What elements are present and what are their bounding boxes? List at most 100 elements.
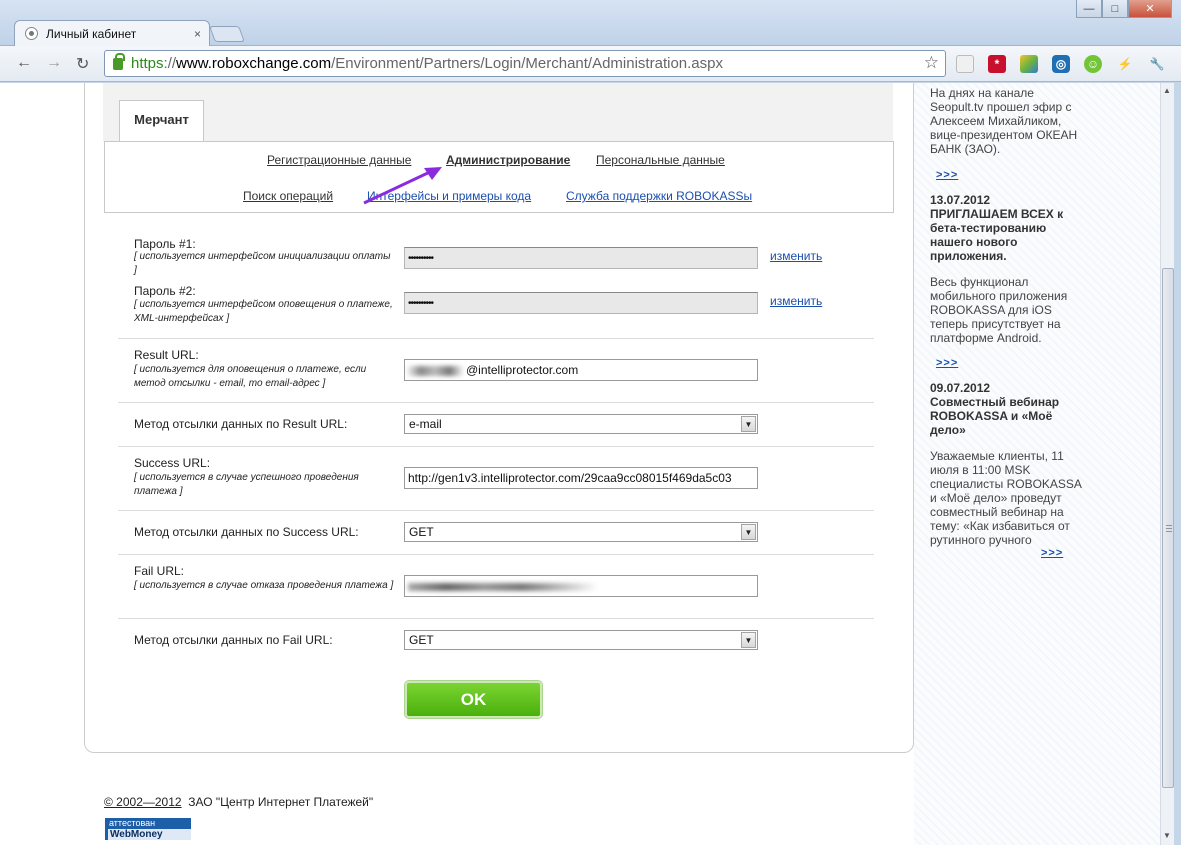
tab-title: Личный кабинет [46,26,137,41]
password1-change-link[interactable]: изменить [770,249,822,263]
tab-close-icon[interactable]: × [194,27,201,41]
result-url-label: Result URL: [134,348,199,362]
divider [118,338,874,339]
copyright-link[interactable]: © 2002—2012 [104,795,182,809]
dropdown-arrow-icon[interactable]: ▼ [741,416,756,432]
news-text: Весь функционал мобильного приложения RO… [930,275,1068,345]
annotation-arrow [363,167,442,205]
result-method-value: e-mail [409,417,442,431]
address-bar[interactable]: https://www.roboxchange.com/Environment/… [104,50,946,77]
url-path: /Environment/Partners/Login/Merchant/Adm… [331,55,723,72]
password2-change-link[interactable]: изменить [770,294,822,308]
lightning-extension-icon[interactable]: ⚡ [1116,55,1134,73]
news-more-link[interactable]: >>> [1041,547,1063,559]
news-more-link[interactable]: >>> [936,357,958,369]
success-url-label: Success URL: [134,456,211,470]
nav-administration-link[interactable]: Администрирование [446,153,570,167]
password2-note: [ используется интерфейсом оповещения о … [134,299,393,324]
password2-field[interactable]: •••••••••• [404,292,758,314]
fail-method-label: Метод отсылки данных по Fail URL: [134,633,333,647]
dropdown-arrow-icon[interactable]: ▼ [741,632,756,648]
merchant-tab[interactable]: Мерчант [119,100,204,142]
nav-support-link[interactable]: Служба поддержки ROBOKASSы [566,189,752,203]
merchant-nav: Регистрационные данные Администрирование… [104,141,894,213]
nav-personal-link[interactable]: Персональные данные [596,153,725,167]
forward-icon[interactable]: → [46,54,62,72]
scroll-up-icon[interactable]: ▲ [1163,86,1171,95]
result-url-value: @intelliprotector.com [466,363,579,377]
password1-field[interactable]: •••••••••• [404,247,758,269]
news-text: Уважаемые клиенты, 11 июля в 11:00 MSK с… [930,449,1082,547]
result-method-select[interactable]: e-mail ▼ [404,414,758,434]
fail-method-select[interactable]: GET ▼ [404,630,758,650]
result-url-field[interactable]: @intelliprotector.com [404,359,758,381]
url-host: www.roboxchange.com [176,55,332,72]
success-method-value: GET [409,525,434,539]
compass-extension-icon[interactable]: ◎ [1052,55,1070,73]
password1-note: [ используется интерфейсом инициализации… [134,251,391,276]
success-method-select[interactable]: GET ▼ [404,522,758,542]
browser-tab[interactable]: Личный кабинет × [14,20,210,46]
fail-url-label: Fail URL: [134,564,185,578]
close-window-button[interactable]: ✕ [1128,0,1172,18]
new-tab-button[interactable] [209,26,245,42]
url-scheme: https [131,55,164,72]
divider [118,554,874,555]
result-method-label: Метод отсылки данных по Result URL: [134,417,348,431]
divider [118,510,874,511]
badge-line1: аттестован [109,818,156,828]
bookmark-star-icon[interactable]: ☆ [924,53,939,73]
grip-line [1166,525,1172,526]
people-extension-icon[interactable] [1020,55,1038,73]
success-method-label: Метод отсылки данных по Success URL: [134,525,359,539]
news-date: 13.07.2012 [930,193,991,207]
title-bar: Личный кабинет × — □ ✕ [0,0,1181,46]
blank-extension-icon[interactable] [956,55,974,73]
browser-window: Личный кабинет × — □ ✕ ← → ↻ https://www… [0,0,1181,845]
fail-url-note: [ используется в случае отказа проведени… [134,580,394,591]
nav-search-operations-link[interactable]: Поиск операций [243,189,333,203]
smiley-extension-icon[interactable]: ☺ [1084,55,1102,73]
grip-line [1166,531,1172,532]
password2-label: Пароль #2: [134,284,196,298]
panel-header-strip [103,83,893,142]
back-icon[interactable]: ← [16,54,32,72]
favicon-icon [25,27,38,40]
url-separator: :// [163,55,177,72]
news-date: 09.07.2012 [930,381,991,395]
vertical-scrollbar[interactable]: ▲ ▼ [1160,83,1174,845]
scroll-down-icon[interactable]: ▼ [1163,831,1171,840]
news-item-2: 09.07.2012 Совместный вебинар ROBOKASSA … [930,381,1090,547]
lock-icon [113,52,125,70]
redacted-blur [408,582,598,591]
badge-line2: WebMoney [108,829,191,840]
redacted-blur [406,365,464,376]
reload-icon[interactable]: ↻ [76,54,89,74]
news-headline[interactable]: ПРИГЛАШАЕМ ВСЕХ к бета-тестированию наше… [930,207,1090,263]
maximize-button[interactable]: □ [1102,0,1128,18]
footer: © 2002—2012 ЗАО "Центр Интернет Платежей… [104,795,373,809]
fail-method-value: GET [409,633,434,647]
scrollbar-thumb[interactable] [1162,268,1174,788]
grip-line [1166,528,1172,529]
divider [118,446,874,447]
result-url-note: [ используется для оповещения о платеже,… [134,364,367,389]
divider [118,618,874,619]
ok-button[interactable]: OK [405,681,542,718]
page-viewport: Мерчант Регистрационные данные Администр… [0,83,1160,845]
password1-label: Пароль #1: [134,237,196,251]
browser-toolbar: ← → ↻ https://www.roboxchange.com/Enviro… [0,46,1181,82]
asterisk-extension-icon[interactable]: * [988,55,1006,73]
window-frame [1174,83,1181,845]
dropdown-arrow-icon[interactable]: ▼ [741,524,756,540]
webmoney-badge[interactable]: аттестован WebMoney [105,818,191,840]
success-url-note: [ используется в случае успешного провед… [134,472,359,497]
news-more-link[interactable]: >>> [936,169,958,181]
news-item-1: 13.07.2012 ПРИГЛАШАЕМ ВСЕХ к бета-тестир… [930,193,1090,345]
wrench-icon[interactable]: 🔧 [1148,55,1166,73]
success-url-field[interactable]: http://gen1v3.intelliprotector.com/29caa… [404,467,758,489]
fail-url-field[interactable] [404,575,758,597]
news-headline[interactable]: Совместный вебинар ROBOKASSA и «Моё дело… [930,395,1090,437]
minimize-button[interactable]: — [1076,0,1102,18]
divider [118,402,874,403]
